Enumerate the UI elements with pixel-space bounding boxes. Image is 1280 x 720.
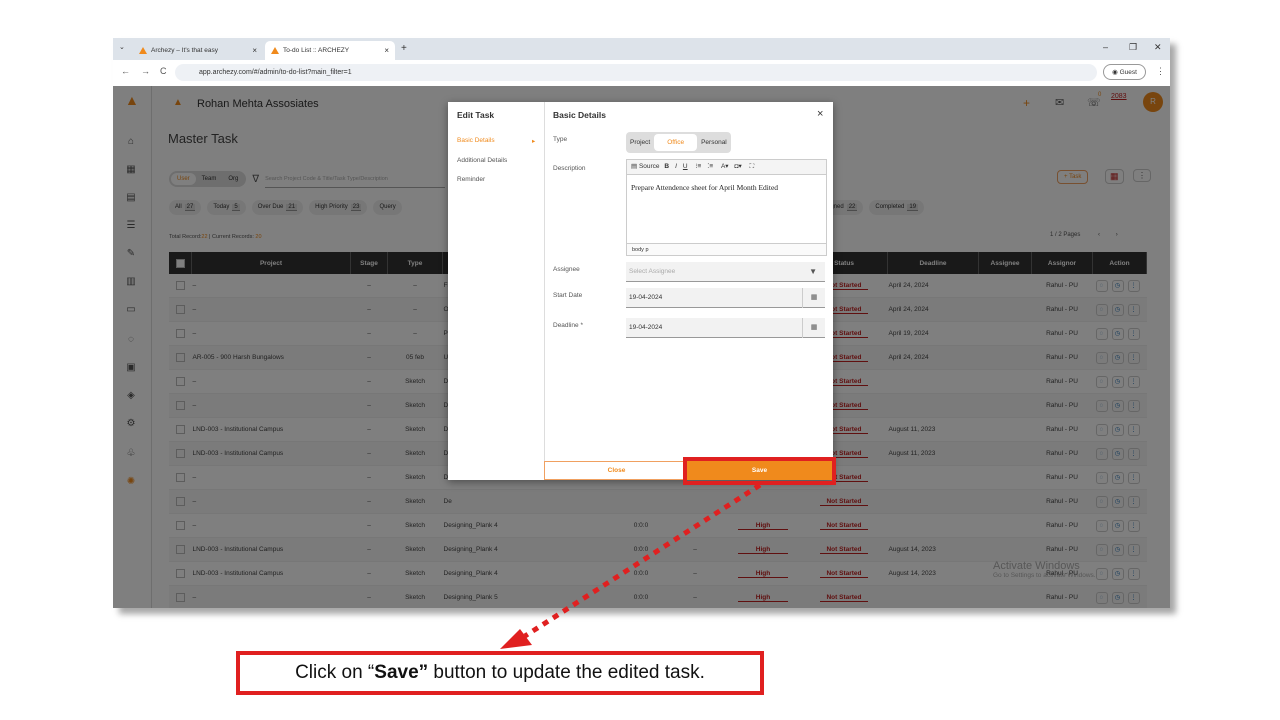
callout-post: button to update the edited task. <box>428 662 705 683</box>
callout-pre: Click on “ <box>295 662 375 683</box>
pointer-arrow <box>500 482 762 649</box>
dotted-line <box>523 482 762 639</box>
arrow-head-icon <box>500 629 532 649</box>
instruction-callout: Click on “Save” button to update the edi… <box>236 651 764 695</box>
callout-bold: Save” <box>374 662 429 683</box>
